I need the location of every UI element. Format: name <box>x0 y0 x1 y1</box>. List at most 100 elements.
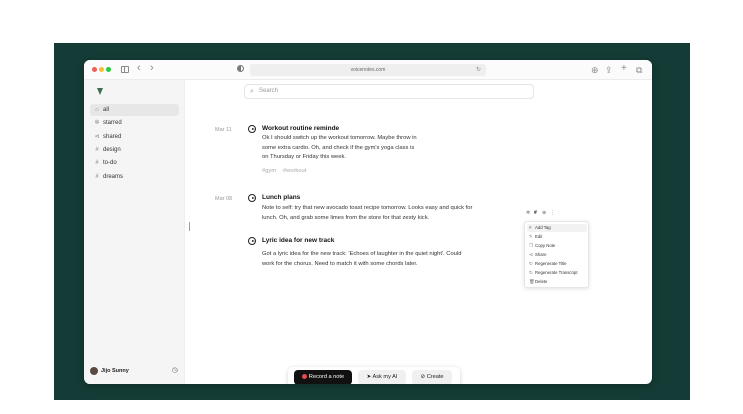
menu-item-label: Add Tag <box>535 225 551 230</box>
sidebar-item-all[interactable]: ⌂ all <box>90 104 179 116</box>
menu-item-label: Regenerate Title <box>535 261 567 266</box>
menu-item-regenerate-title[interactable]: ↻ Regenerate Title <box>527 260 587 268</box>
back-icon[interactable]: ‹ <box>137 62 141 74</box>
hash-icon: # <box>95 174 99 180</box>
new-tab-icon[interactable]: + <box>621 63 627 75</box>
minimize-window-button[interactable] <box>99 67 104 72</box>
sidebar-toggle-icon[interactable] <box>121 66 129 73</box>
note-body: Note to self: try that new avocado toast… <box>262 204 472 223</box>
home-icon: ⌂ <box>95 107 99 113</box>
app-logo[interactable] <box>97 88 103 95</box>
sidebar-item-label: to-do <box>103 160 117 166</box>
note-date: Mar 08 <box>215 196 233 202</box>
menu-item-label: Share <box>535 252 547 257</box>
copy-icon: ❐ <box>529 243 534 248</box>
ask-ai-label: Ask my AI <box>372 374 398 380</box>
note-toolbar: ✲ # ⊕ ⋮ <box>526 210 556 219</box>
trash-icon: 🗑 <box>529 279 535 284</box>
star-icon[interactable]: ✲ <box>526 210 530 216</box>
note-title[interactable]: Lunch plans <box>262 194 300 201</box>
add-icon[interactable]: ⊕ <box>542 210 546 216</box>
menu-item-share[interactable]: ⊲ Share <box>527 251 587 259</box>
privacy-shield-icon[interactable] <box>237 65 244 72</box>
record-note-button[interactable]: Record a note <box>294 370 352 384</box>
user-profile[interactable]: Jijo Sunny ◷ <box>90 365 180 377</box>
note-line: lunch. Oh, and grab some limes from the … <box>262 214 430 221</box>
download-icon[interactable]: ⊕ <box>591 64 599 76</box>
note-line: Ok I should switch up the workout tomorr… <box>262 135 417 141</box>
menu-item-delete[interactable]: 🗑 Delete <box>527 278 587 286</box>
create-label: Create <box>426 374 444 380</box>
note-title[interactable]: Lyric idea for new track <box>262 237 334 244</box>
address-bar[interactable]: voicenotes.com ↻ <box>250 64 486 76</box>
menu-item-edit[interactable]: ✎ Edit <box>527 233 587 241</box>
note-body: Ok I should switch up the workout tomorr… <box>262 134 417 163</box>
play-icon[interactable] <box>248 125 256 133</box>
maximize-window-button[interactable] <box>106 67 111 72</box>
hash-icon: # <box>95 147 99 153</box>
hash-icon: # <box>529 225 532 230</box>
star-icon: ✲ <box>94 120 100 126</box>
url-text: voicenotes.com <box>350 67 386 73</box>
sidebar-item-dreams[interactable]: # dreams <box>90 171 179 183</box>
sidebar-item-shared[interactable]: ⊲ shared <box>90 131 179 143</box>
resize-handle[interactable] <box>189 222 190 231</box>
pencil-icon: ✎ <box>529 234 533 239</box>
note-line: Note to self: try that new avocado toast… <box>262 205 473 211</box>
tag-workout[interactable]: #workout <box>283 168 307 174</box>
menu-item-label: Regenerate Transcript <box>535 270 578 275</box>
tag-gym[interactable]: #gym <box>262 168 276 174</box>
share-icon: ⊲ <box>529 252 533 257</box>
app-content: ⌂ all ✲ starred ⊲ shared # design # to-d… <box>84 80 652 384</box>
share-icon[interactable]: ⇪ <box>605 64 613 76</box>
sidebar-item-label: dreams <box>103 174 124 180</box>
user-name: Jijo Sunny <box>101 368 129 374</box>
create-icon: ⊘ <box>420 374 426 380</box>
note-tags: #gym #workout <box>262 168 311 174</box>
note-title[interactable]: Workout routine reminde <box>262 125 339 132</box>
menu-item-copy-note[interactable]: ❐ Copy Note <box>527 242 587 250</box>
record-label: Record a note <box>308 374 345 380</box>
tab-overview-icon[interactable]: ⧉ <box>636 64 642 76</box>
more-icon[interactable]: ⋮ <box>550 210 555 216</box>
send-icon: ➤ <box>366 374 372 380</box>
hash-icon[interactable]: # <box>534 210 537 216</box>
note-line: some extra cardio. Oh, and check if the … <box>262 144 415 151</box>
menu-item-label: Edit <box>535 234 543 239</box>
record-icon <box>301 374 307 379</box>
forward-icon[interactable]: › <box>150 62 154 74</box>
menu-item-label: Delete <box>535 279 548 284</box>
search-input[interactable]: ⌕ Search <box>244 84 534 99</box>
note-line: Got a lyric idea for the new track: 'Ech… <box>262 251 462 257</box>
sidebar-item-label: starred <box>103 120 122 126</box>
note-date: Mar 11 <box>215 127 232 133</box>
play-icon[interactable] <box>248 194 256 202</box>
search-icon: ⌕ <box>250 88 254 95</box>
background-stage: ‹ › voicenotes.com ↻ ⊕ ⇪ + ⧉ ⌂ all ✲ sta… <box>54 43 690 400</box>
action-bar: Record a note ➤ Ask my AI ⊘ Create <box>288 367 460 384</box>
sidebar-item-starred[interactable]: ✲ starred <box>90 117 179 129</box>
search-placeholder: Search <box>259 88 279 94</box>
browser-window: ‹ › voicenotes.com ↻ ⊕ ⇪ + ⧉ ⌂ all ✲ sta… <box>84 60 652 384</box>
note-line: on Thursday or Friday this week. <box>262 154 346 160</box>
menu-item-add-tag[interactable]: # Add Tag <box>527 224 587 232</box>
play-icon[interactable] <box>248 237 256 245</box>
refresh-icon: ↻ <box>529 270 533 275</box>
hash-icon: # <box>95 160 99 166</box>
ask-ai-button[interactable]: ➤ Ask my AI <box>358 370 406 384</box>
note-context-menu: # Add Tag ✎ Edit ❐ Copy Note ⊲ Share ↻ R… <box>524 221 589 288</box>
clock-icon[interactable]: ◷ <box>172 365 178 377</box>
avatar[interactable] <box>90 367 98 375</box>
sidebar-item-to-do[interactable]: # to-do <box>90 157 179 169</box>
menu-item-regenerate-transcript[interactable]: ↻ Regenerate Transcript <box>527 269 587 277</box>
reload-icon[interactable]: ↻ <box>476 64 481 76</box>
create-button[interactable]: ⊘ Create <box>412 370 452 384</box>
share-icon: ⊲ <box>94 134 100 140</box>
refresh-icon: ↻ <box>529 261 533 266</box>
sidebar-item-label: all <box>103 107 110 113</box>
close-window-button[interactable] <box>92 67 97 72</box>
sidebar-item-label: design <box>103 147 121 153</box>
menu-item-label: Copy Note <box>535 243 556 248</box>
sidebar-item-design[interactable]: # design <box>90 144 179 156</box>
note-body: Got a lyric idea for the new track: 'Ech… <box>262 250 461 269</box>
